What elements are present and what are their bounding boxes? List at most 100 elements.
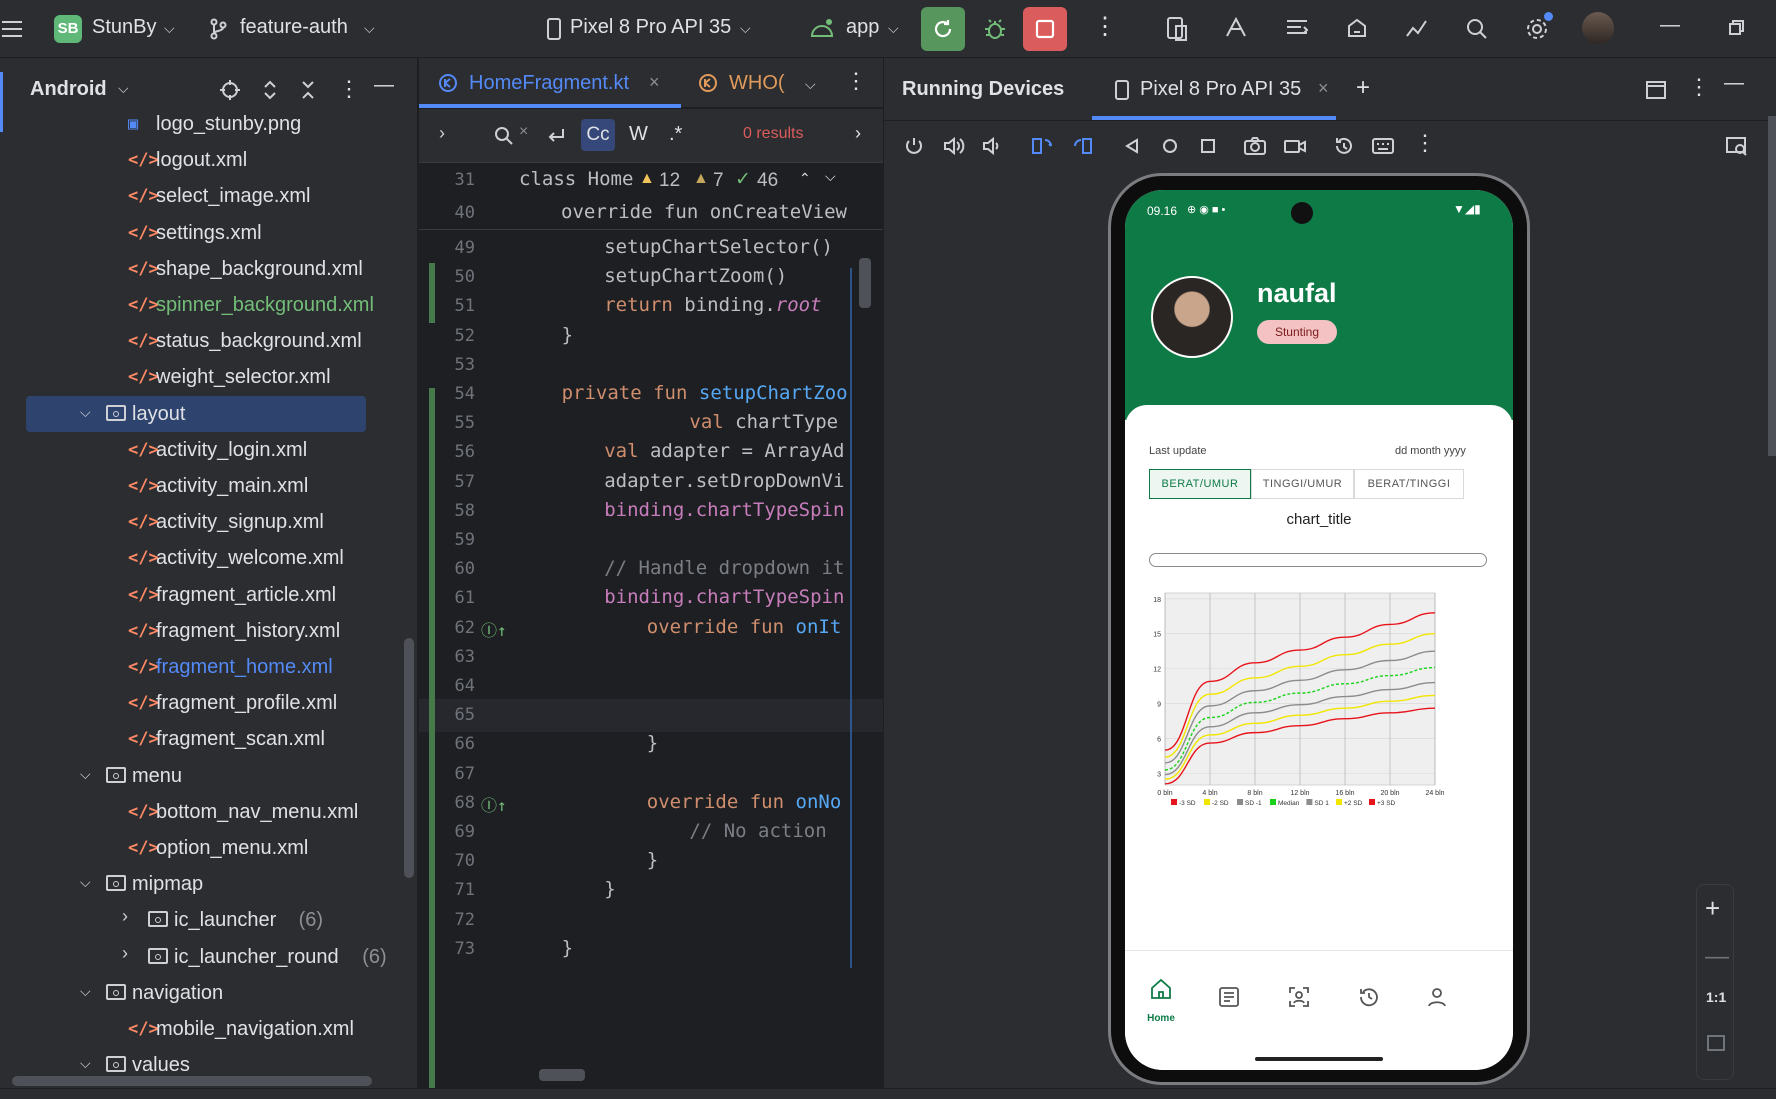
chevron-right-icon[interactable]: › [122, 906, 128, 927]
tree-hscrollbar[interactable] [12, 1076, 372, 1086]
power-icon[interactable] [902, 134, 926, 158]
editor-hscrollbar[interactable] [539, 1069, 585, 1081]
code-line[interactable]: 57 adapter.setDropDownVi [419, 466, 883, 499]
tree-item[interactable]: ▣ logo_stunby.png [12, 106, 412, 142]
chevron-down-icon[interactable]: ⌵ [80, 983, 91, 1000]
search-icon[interactable] [491, 123, 517, 149]
panel-options-icon[interactable]: ⋮ [338, 76, 360, 102]
code-line[interactable]: 66} [419, 728, 883, 761]
code-line[interactable]: 73} [419, 933, 883, 966]
tree-item[interactable]: </> spinner_background.xml [12, 287, 412, 323]
panel-scrollbar[interactable] [1768, 116, 1776, 456]
tab-options-icon[interactable]: ⋮ [845, 68, 867, 94]
search-icon[interactable] [1462, 14, 1492, 44]
regex-toggle[interactable]: .* [669, 123, 682, 146]
rerun-button[interactable] [921, 7, 965, 51]
tree-item[interactable]: ⌵ mipmap [12, 866, 412, 902]
tree-item[interactable]: </> option_menu.xml [12, 830, 412, 866]
code-line[interactable]: 52} [419, 320, 883, 353]
code-line[interactable]: 69 // No action [419, 816, 883, 849]
tree-item[interactable]: </> select_image.xml [12, 178, 412, 214]
match-case-toggle[interactable]: Cc [581, 119, 615, 151]
code-line[interactable]: 53 [419, 349, 883, 382]
keyboard-icon[interactable] [1370, 134, 1396, 158]
tree-item[interactable]: </> activity_welcome.xml [12, 540, 412, 576]
code-line[interactable]: 67 [419, 758, 883, 791]
code-line[interactable]: 56 val adapter = ArrayAd [419, 436, 883, 469]
code-line[interactable]: 70} [419, 845, 883, 878]
chevron-down-icon[interactable]: ⌵ [805, 76, 816, 93]
newline-icon[interactable] [543, 123, 569, 149]
zoom-actual-size[interactable]: 1:1 [1706, 989, 1726, 1005]
close-tab-icon[interactable]: × [649, 72, 660, 93]
overview-icon[interactable] [1196, 134, 1220, 158]
project-view-selector[interactable]: Android [30, 78, 107, 101]
tree-item[interactable]: </> shape_background.xml [12, 251, 412, 287]
tab-homefragment[interactable]: HomeFragment.kt [469, 72, 629, 95]
chevron-down-icon[interactable]: ⌵ [164, 20, 175, 37]
more-options-icon[interactable]: ⋮ [1093, 12, 1117, 41]
chevron-down-icon[interactable]: ⌵ [740, 20, 751, 37]
stop-button[interactable] [1023, 7, 1067, 51]
growth-chart[interactable]: 3 6 9 12 15 18 0 bln 4 bln 8 bln 12 bln 16 bln 20 b… [1141, 581, 1501, 821]
code-line[interactable]: 71} [419, 874, 883, 907]
chevron-down-icon[interactable]: ⌵ [118, 80, 129, 97]
nav-article-icon[interactable] [1209, 977, 1249, 1017]
code-line[interactable]: 68 override fun onNo Ⓘ↑ [419, 787, 883, 820]
chart-type-spinner[interactable] [1149, 553, 1487, 567]
override-gutter-icon[interactable]: Ⓘ↑ [481, 617, 507, 641]
add-device-icon[interactable]: + [1356, 74, 1370, 102]
app-inspection-icon[interactable] [1342, 14, 1372, 44]
code-line[interactable]: 65 [419, 699, 883, 733]
code-line[interactable]: 55 val chartType [419, 407, 883, 440]
tree-item[interactable]: </> activity_signup.xml [12, 504, 412, 540]
tree-item[interactable]: </> activity_login.xml [12, 432, 412, 468]
mirror-settings-icon[interactable] [1724, 134, 1750, 158]
tree-item[interactable]: ⌵ navigation [12, 975, 412, 1011]
profiler-icon[interactable] [1402, 14, 1432, 44]
record-icon[interactable] [1282, 134, 1308, 158]
segment-berat-tinggi[interactable]: BERAT/TINGGI [1354, 469, 1464, 499]
home-icon[interactable] [1158, 134, 1182, 158]
hamburger-menu-icon[interactable] [0, 16, 24, 42]
logcat-icon[interactable] [1282, 14, 1312, 44]
chevron-right-icon[interactable]: › [122, 943, 128, 964]
chevron-down-icon[interactable]: ⌵ [80, 766, 91, 783]
tree-item[interactable]: </> logout.xml [12, 142, 412, 178]
code-line[interactable]: 51 return binding.root [419, 290, 883, 323]
tree-item[interactable]: </> fragment_history.xml [12, 613, 412, 649]
tree-scrollbar[interactable] [404, 638, 414, 878]
minimize-icon[interactable]: — [1660, 14, 1680, 37]
close-tab-icon[interactable]: × [1318, 78, 1329, 99]
tree-item[interactable]: </> activity_main.xml [12, 468, 412, 504]
code-line[interactable]: 50 setupChartZoom() [419, 261, 883, 294]
locate-icon[interactable] [218, 78, 242, 102]
chevron-down-icon[interactable]: ⌵ [888, 20, 899, 37]
code-line[interactable]: 72 [419, 904, 883, 937]
segment-berat-umur[interactable]: BERAT/UMUR [1149, 469, 1251, 499]
restore-window-icon[interactable] [1726, 18, 1746, 38]
code-line[interactable]: 64 [419, 670, 883, 703]
whole-words-toggle[interactable]: W [629, 123, 648, 146]
vcs-branch[interactable]: feature-auth [240, 16, 348, 39]
code-line[interactable]: 60 // Handle dropdown it [419, 553, 883, 586]
sticky-line[interactable]: 40 override fun onCreateView [419, 197, 883, 230]
override-gutter-icon[interactable]: Ⓘ↑ [481, 792, 507, 816]
project-badge[interactable]: SB [54, 15, 82, 43]
tree-item[interactable]: › ic_launcher (6) [12, 902, 412, 938]
code-line[interactable]: 54 private fun setupChartZoo [419, 378, 883, 411]
tree-item[interactable]: ⌵ menu [12, 758, 412, 794]
chevron-down-icon[interactable]: ⌵ [825, 168, 836, 185]
maximize-icon[interactable] [1644, 78, 1668, 102]
chevron-down-icon[interactable]: ⌵ [364, 20, 375, 37]
tree-item[interactable]: </> status_background.xml [12, 323, 412, 359]
code-line[interactable]: 58 binding.chartTypeSpin [419, 495, 883, 528]
back-icon[interactable] [1120, 134, 1144, 158]
chevron-down-icon[interactable]: ⌵ [80, 874, 91, 891]
tree-item[interactable]: </> weight_selector.xml [12, 359, 412, 395]
tree-item[interactable]: </> fragment_article.xml [12, 577, 412, 613]
code-line[interactable]: 63 [419, 641, 883, 674]
tree-item[interactable]: </> fragment_scan.xml [12, 721, 412, 757]
collapse-all-icon[interactable] [296, 78, 320, 102]
device-manager-icon[interactable] [1162, 14, 1192, 44]
